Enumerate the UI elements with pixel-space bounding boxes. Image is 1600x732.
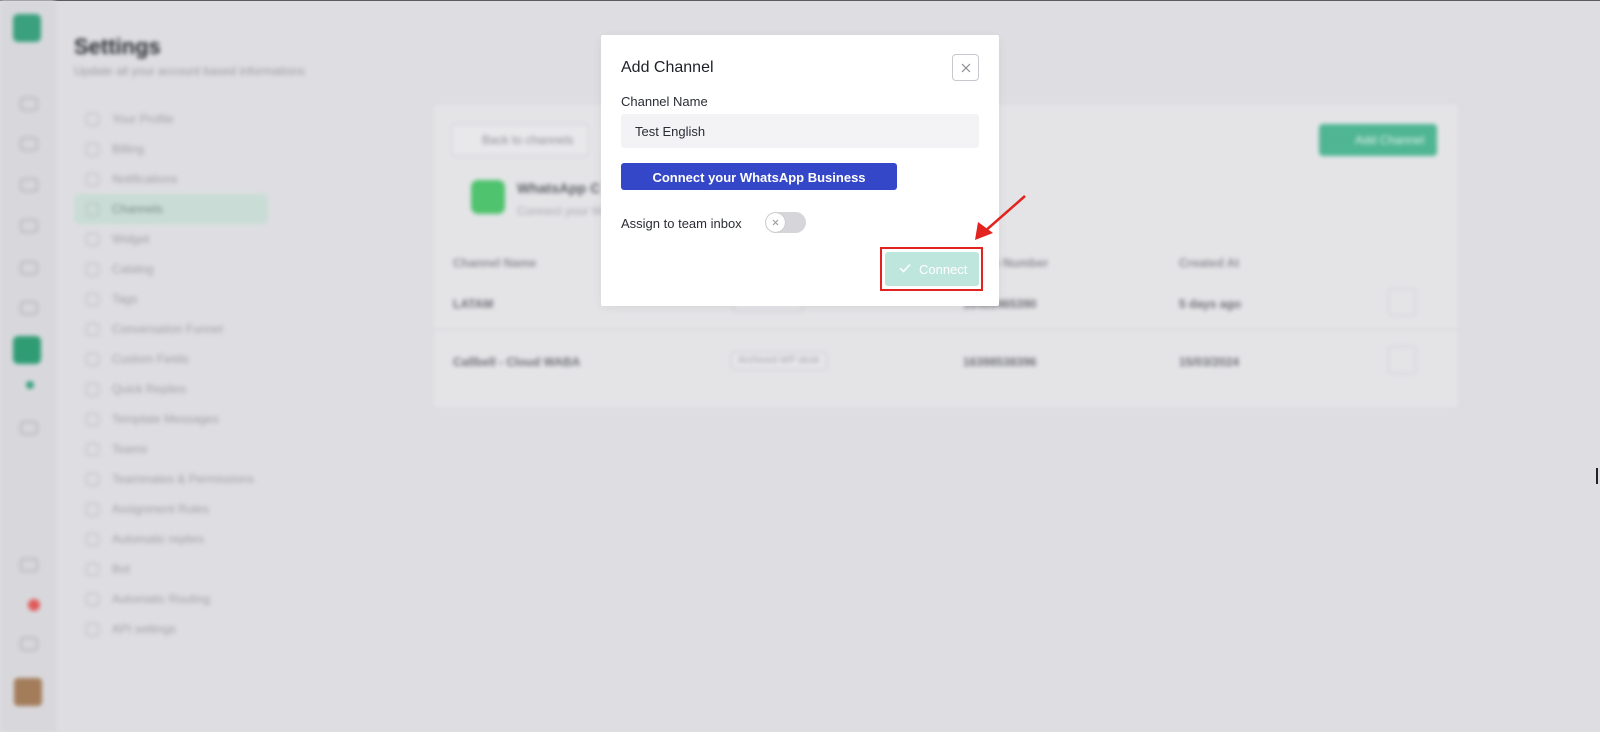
status-dot-icon <box>26 381 34 389</box>
menu-item: API settings <box>74 614 268 644</box>
menu-item-active: Channels <box>74 194 268 224</box>
back-to-channels-button: Back to channels <box>451 124 589 156</box>
table-cell: Callbell - Cloud WABA <box>453 355 581 369</box>
channel-type-subtitle: Connect your W <box>517 204 604 218</box>
home-icon <box>20 97 38 111</box>
avatar <box>14 678 42 706</box>
add-channel-button: Add Channel <box>1319 124 1437 156</box>
menu-item: Automatic Routing <box>74 584 268 614</box>
check-icon <box>899 263 911 273</box>
menu-item: Quick Replies <box>74 374 268 404</box>
stats-icon <box>20 301 38 315</box>
text-cursor-icon <box>1596 468 1598 484</box>
assign-team-inbox-toggle[interactable] <box>765 212 806 233</box>
close-button[interactable] <box>952 54 979 81</box>
toggle-knob <box>766 213 785 232</box>
column-header: Created At <box>1179 256 1240 270</box>
menu-item: Your Profile <box>74 104 268 134</box>
reports-icon <box>20 261 38 275</box>
menu-item: Billing <box>74 134 268 164</box>
connect-whatsapp-button[interactable]: Connect your WhatsApp Business Account <box>621 163 897 212</box>
modal-title: Add Channel <box>621 59 714 76</box>
row-chevron-icon <box>1388 288 1416 316</box>
menu-item: Conversation Funnel <box>74 314 268 344</box>
menu-item: Teammates & Permissions <box>74 464 268 494</box>
plus-icon <box>20 421 38 435</box>
row-chevron-icon <box>1388 346 1416 374</box>
close-icon <box>772 219 779 226</box>
contacts-icon <box>20 178 38 192</box>
row-divider <box>433 329 1459 330</box>
channel-type-title: WhatsApp C <box>517 180 601 196</box>
channel-name-label: Channel Name <box>621 94 708 109</box>
menu-item: Catalog <box>74 254 268 284</box>
page-subtitle: Update all your account based informatio… <box>74 64 305 78</box>
connect-button[interactable]: Connect <box>885 252 979 286</box>
gear-icon <box>20 637 38 651</box>
table-cell: 15/03/2024 <box>1179 355 1240 369</box>
chat-icon <box>20 137 38 151</box>
table-cell: 16398538396 <box>963 355 1037 369</box>
table-cell: LATAM <box>453 297 494 311</box>
broadcast-icon <box>20 219 38 233</box>
assign-team-inbox-label: Assign to team inbox <box>621 216 742 231</box>
page-title: Settings <box>74 34 161 59</box>
app-logo-icon <box>13 14 41 42</box>
menu-item: Teams <box>74 434 268 464</box>
settings-menu: Your Profile Billing Notifications Chann… <box>74 104 268 644</box>
menu-item: Bot <box>74 554 268 584</box>
status-badge: Archived WP desk <box>731 352 827 370</box>
settings-active-icon <box>13 336 41 364</box>
help-icon <box>20 558 38 572</box>
menu-item: Template Messages <box>74 404 268 434</box>
menu-item: Notifications <box>74 164 268 194</box>
menu-item: Custom Fields <box>74 344 268 374</box>
left-rail <box>0 0 55 732</box>
whatsapp-icon <box>471 180 505 214</box>
channel-name-input[interactable] <box>621 114 979 148</box>
column-header: Channel Name <box>453 256 537 270</box>
menu-item: Tags <box>74 284 268 314</box>
menu-item: Automatic replies <box>74 524 268 554</box>
notification-badge-icon <box>28 599 40 611</box>
connect-button-label: Connect <box>919 262 968 277</box>
menu-item: Assignment Rules <box>74 494 268 524</box>
table-cell: 5 days ago <box>1179 297 1242 311</box>
menu-item: Widget <box>74 224 268 254</box>
close-icon <box>961 63 971 73</box>
